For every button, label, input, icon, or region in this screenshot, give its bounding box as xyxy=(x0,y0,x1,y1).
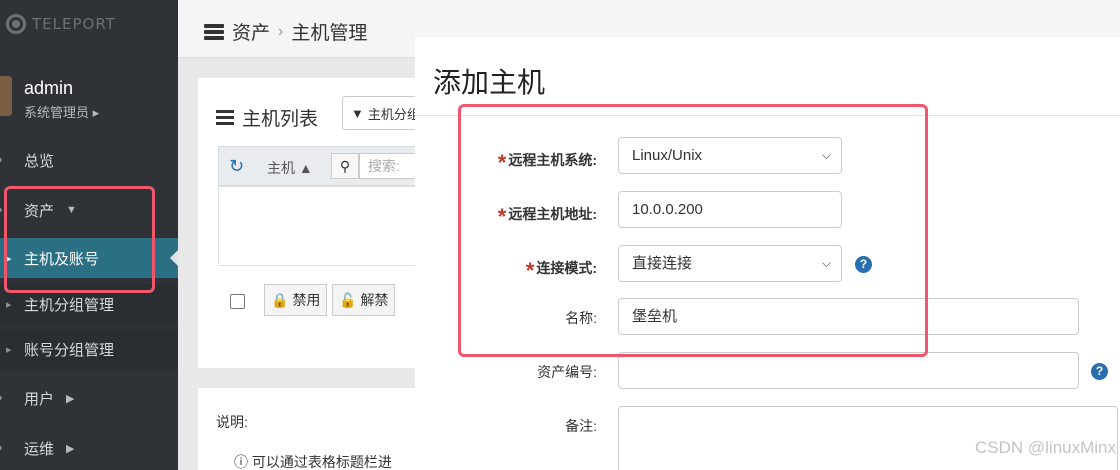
filter-icon: ▼ xyxy=(351,105,364,121)
select-all-checkbox[interactable] xyxy=(230,294,245,309)
caret-right-icon: ▸ xyxy=(6,343,12,356)
user-role[interactable]: 系统管理员 ▸ xyxy=(24,102,99,121)
sidebar-item-label: 总览 xyxy=(24,152,55,170)
breadcrumb-host-management: 主机管理 xyxy=(291,23,368,44)
chevron-right-icon: ▶ xyxy=(66,442,75,455)
sidebar-item-label: 用户 xyxy=(24,390,55,408)
ops-icon: ● xyxy=(0,442,3,454)
breadcrumb-separator: › xyxy=(278,22,284,40)
dashboard-icon: ● xyxy=(0,154,3,166)
filter-button-label: 主机分组 xyxy=(367,106,420,122)
logo-icon xyxy=(6,14,26,34)
sidebar-item-overview[interactable]: ● 总览 xyxy=(0,140,178,180)
sidebar-item-label: 主机分组管理 xyxy=(24,296,115,314)
enable-button[interactable]: 🔓 解禁 xyxy=(332,284,396,316)
logo-text: TELEPORT xyxy=(32,15,116,33)
caret-right-icon: ▸ xyxy=(6,298,12,311)
highlight-annotation xyxy=(458,104,928,357)
users-icon: ● xyxy=(0,392,3,404)
dialog-title: 添加主机 xyxy=(433,67,546,98)
assets-icon: ● xyxy=(0,204,3,216)
list-icon xyxy=(216,110,234,125)
teleport-logo: TELEPORT xyxy=(6,14,116,34)
notes-line: ⓘ 可以通过表格标题栏进 xyxy=(234,454,392,470)
user-profile[interactable]: admin 系统管理员 ▸ xyxy=(0,70,178,130)
watermark: CSDN @linuxMinx xyxy=(974,438,1116,457)
sidebar-item-account-groups[interactable]: ▸ 账号分组管理 xyxy=(0,329,178,369)
notes-title: 说明: xyxy=(216,414,248,430)
asset-number-input[interactable] xyxy=(618,352,1079,389)
help-icon[interactable]: ? xyxy=(1091,363,1108,380)
sidebar-item-ops[interactable]: ● 运维 ▶ xyxy=(0,428,178,468)
refresh-icon[interactable]: ↻ xyxy=(229,156,244,177)
sidebar-item-label: 账号分组管理 xyxy=(24,341,115,359)
search-icon: ⚲ xyxy=(331,153,359,179)
disable-button[interactable]: 🔒 禁用 xyxy=(264,284,328,316)
server-icon xyxy=(204,23,224,40)
sidebar-item-label: 运维 xyxy=(24,440,55,458)
breadcrumb: 资产 › 主机管理 xyxy=(204,18,367,45)
lock-icon: 🔒 xyxy=(271,291,289,308)
avatar xyxy=(0,76,12,116)
user-name: admin xyxy=(24,78,74,98)
chevron-right-icon: ▶ xyxy=(66,392,75,405)
column-host[interactable]: 主机 ▲ xyxy=(267,158,313,178)
host-list-title-text: 主机列表 xyxy=(242,109,319,130)
highlight-annotation xyxy=(4,186,155,293)
asset-number-label: 资产编号: xyxy=(537,364,597,380)
host-list-title: 主机列表 xyxy=(216,104,318,131)
remarks-label: 备注: xyxy=(565,418,597,434)
enable-button-label: 解禁 xyxy=(360,292,389,308)
disable-button-label: 禁用 xyxy=(292,292,321,308)
sidebar-item-users[interactable]: ● 用户 ▶ xyxy=(0,378,178,418)
breadcrumb-assets[interactable]: 资产 xyxy=(232,18,270,45)
unlock-icon: 🔓 xyxy=(339,291,357,308)
active-indicator xyxy=(170,250,178,266)
